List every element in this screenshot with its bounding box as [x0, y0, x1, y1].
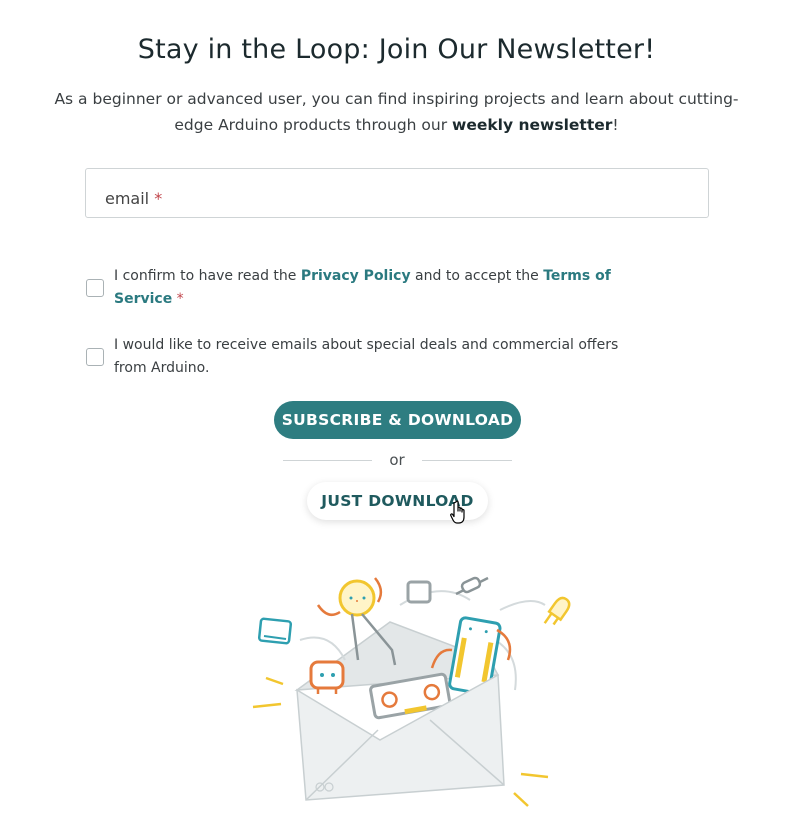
privacy-consent-text: I confirm to have read the Privacy Polic…	[114, 265, 634, 311]
email-field[interactable]: email *	[85, 168, 709, 218]
privacy-policy-link[interactable]: Privacy Policy	[301, 268, 411, 284]
consent1-mid: and to accept the	[410, 268, 544, 284]
newsletter-intro: As a beginner or advanced user, you can …	[40, 86, 753, 138]
email-label-text: email	[105, 189, 150, 208]
subscribe-download-button[interactable]: SUBSCRIBE & DOWNLOAD	[274, 401, 521, 439]
divider-right	[422, 460, 512, 461]
marketing-checkbox[interactable]	[86, 348, 104, 366]
hand-pointer-icon	[450, 500, 465, 524]
newsletter-title: Stay in the Loop: Join Our Newsletter!	[137, 34, 656, 65]
or-label: or	[389, 451, 405, 469]
required-mark: *	[154, 189, 163, 208]
privacy-checkbox[interactable]	[86, 279, 104, 297]
intro-text: As a beginner or advanced user, you can …	[54, 90, 739, 134]
consent1-pre: I confirm to have read the	[114, 268, 301, 284]
intro-end: !	[612, 116, 619, 134]
envelope-illustration	[252, 576, 571, 807]
divider-left	[283, 460, 372, 461]
required-mark: *	[176, 291, 184, 307]
marketing-consent-text: I would like to receive emails about spe…	[114, 337, 619, 376]
email-label: email *	[105, 189, 162, 208]
intro-bold: weekly newsletter	[452, 116, 613, 134]
